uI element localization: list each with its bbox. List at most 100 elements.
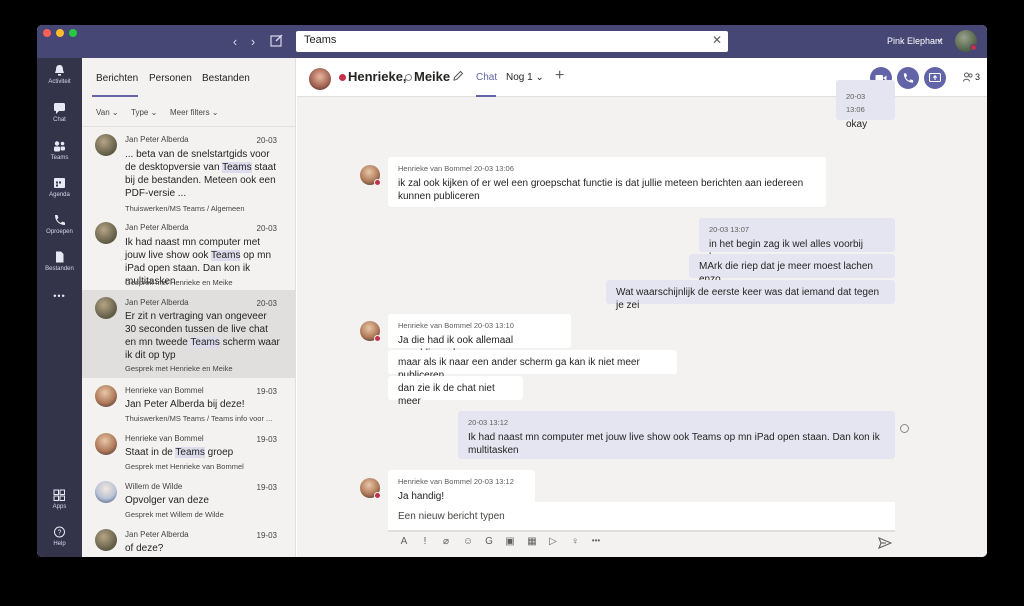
chat-message[interactable]: Henrieke van Bommel 20-03 13:12 Ja handi… — [388, 470, 535, 506]
format-icon[interactable]: A — [397, 536, 411, 550]
chat-message[interactable]: Henrieke van Bommel 20-03 13:06 ik zal o… — [388, 157, 826, 207]
maximize-window-button[interactable] — [69, 29, 77, 37]
rail-item-activiteit[interactable]: Activiteit — [37, 64, 82, 98]
message-meta: 20-03 13:07 — [709, 225, 750, 234]
list-item[interactable]: Jan Peter Alberda 20-03 Ik had naast mn … — [82, 216, 295, 290]
filter-van[interactable]: Van ⌄ — [96, 108, 119, 117]
participant-name[interactable]: Henrieke, — [348, 69, 407, 84]
phone-icon — [55, 215, 65, 225]
avatar — [95, 297, 117, 319]
more-icon[interactable]: ••• — [589, 536, 603, 550]
list-item[interactable]: Jan Peter Alberda 19-03 of deze? — [82, 522, 295, 557]
seen-icon — [900, 424, 909, 433]
chat-message[interactable]: 20-03 13:06 okay — [836, 80, 895, 130]
filter-type[interactable]: Type ⌄ — [131, 108, 157, 117]
rail-item-teams[interactable]: Teams — [37, 140, 82, 174]
message-sender: Jan Peter Alberda — [125, 530, 189, 539]
more-apps-icon[interactable]: ••• — [37, 291, 82, 325]
rail-label: Bestanden — [45, 266, 74, 272]
audio-call-button[interactable] — [897, 67, 919, 89]
tab-personen[interactable]: Personen — [149, 73, 192, 84]
forward-icon[interactable]: › — [245, 34, 261, 49]
people-icon[interactable] — [963, 72, 973, 82]
message-date: 19-03 — [256, 387, 277, 396]
rail-item-help[interactable]: ? Help — [37, 526, 82, 557]
clear-search-icon[interactable]: ✕ — [712, 33, 722, 47]
search-box[interactable]: Teams ✕ — [296, 31, 728, 52]
emoji-icon[interactable]: ☺ — [461, 536, 475, 550]
edit-icon[interactable] — [452, 70, 464, 82]
teams-window: ‹ › Teams ✕ Pink Elephant ⌄ Activiteit C… — [37, 25, 987, 557]
rail-label: Help — [53, 541, 66, 547]
message-meta: Henrieke van Bommel 20-03 13:06 — [398, 164, 514, 173]
list-item[interactable]: Jan Peter Alberda 20-03 Er zit n vertrag… — [82, 290, 295, 378]
rail-item-oproepen[interactable]: Oproepen — [37, 214, 82, 248]
message-composer[interactable]: Een nieuw bericht typen — [388, 502, 895, 532]
result-tabs: Berichten Personen Bestanden — [82, 58, 295, 97]
avatar — [95, 134, 117, 156]
status-busy-indicator — [339, 74, 346, 81]
tab-chat[interactable]: Chat — [476, 72, 497, 83]
message-sender: Jan Peter Alberda — [125, 135, 189, 144]
phone-icon — [903, 73, 914, 83]
rail-item-agenda[interactable]: Agenda — [37, 177, 82, 211]
chat-message[interactable]: dan zie ik de chat niet meer — [388, 376, 523, 407]
message-date: 19-03 — [256, 531, 277, 540]
message-context: Gesprek met Henrieke en Meike — [125, 278, 233, 287]
help-icon: ? — [54, 526, 65, 538]
participant-name[interactable]: Meike — [414, 69, 450, 84]
meeting-icon[interactable]: ▦ — [525, 536, 539, 550]
app-rail: Activiteit Chat Teams Agenda Oproepen Be… — [37, 58, 82, 557]
bell-icon — [55, 65, 64, 76]
list-item[interactable]: Jan Peter Alberda 20-03 ... beta van de … — [82, 128, 295, 216]
chat-message[interactable]: Henrieke van Bommel 20-03 13:10 Ja die h… — [388, 314, 571, 359]
add-tab-icon[interactable]: + — [555, 67, 564, 85]
message-context: Gesprek met Henrieke en Meike — [125, 364, 233, 373]
minimize-window-button[interactable] — [56, 29, 64, 37]
message-context: Thuiswerken/MS Teams / Algemeen — [125, 204, 245, 213]
tab-berichten[interactable]: Berichten — [96, 73, 138, 84]
composer-placeholder[interactable]: Een nieuw bericht typen — [398, 511, 505, 522]
stream-icon[interactable]: ▷ — [546, 536, 560, 550]
tab-bestanden[interactable]: Bestanden — [202, 73, 250, 84]
list-item[interactable]: Henrieke van Bommel 19-03 Jan Peter Albe… — [82, 378, 295, 426]
rail-item-apps[interactable]: Apps — [37, 489, 82, 523]
rail-item-bestanden[interactable]: Bestanden — [37, 251, 82, 285]
status-busy-indicator — [970, 44, 977, 51]
chat-message[interactable]: 20-03 13:12 Ik had naast mn computer met… — [458, 411, 895, 459]
gif-icon[interactable]: G — [482, 536, 496, 550]
list-item[interactable]: Henrieke van Bommel 19-03 Staat in de Te… — [82, 426, 295, 474]
title-bar: ‹ › Teams ✕ Pink Elephant ⌄ — [37, 25, 987, 58]
rail-item-chat[interactable]: Chat — [37, 102, 82, 136]
user-name[interactable]: Pink Elephant — [887, 36, 943, 46]
share-screen-button[interactable] — [924, 67, 946, 89]
compose-icon[interactable] — [270, 33, 284, 47]
message-snippet: Opvolger van deze — [125, 495, 209, 506]
chat-message[interactable]: Wat waarschijnlijk de eerste keer was da… — [606, 280, 895, 311]
chat-message[interactable]: 20-03 13:07 in het begin zag ik wel alle… — [699, 218, 895, 263]
message-date: 19-03 — [256, 435, 277, 444]
list-item[interactable]: Willem de Wilde 19-03 Opvolger van deze … — [82, 474, 295, 522]
filter-bar: Van ⌄ Type ⌄ Meer filters ⌄ — [82, 97, 295, 127]
filter-meer[interactable]: Meer filters ⌄ — [170, 108, 219, 117]
important-icon[interactable]: ! — [418, 536, 432, 550]
tab-more[interactable]: Nog 1 ⌄ — [506, 72, 544, 83]
file-icon — [56, 251, 64, 263]
message-date: 20-03 — [256, 136, 277, 145]
message-text: dan zie ik de chat niet meer — [398, 383, 495, 407]
status-busy-indicator — [374, 492, 381, 499]
chat-message[interactable]: maar als ik naar een ander scherm ga kan… — [388, 350, 677, 381]
send-icon[interactable] — [878, 536, 892, 550]
sticker-icon[interactable]: ▣ — [503, 536, 517, 550]
avatar — [95, 529, 117, 551]
close-window-button[interactable] — [43, 29, 51, 37]
back-icon[interactable]: ‹ — [227, 34, 243, 49]
message-date: 20-03 — [256, 299, 277, 308]
message-context: Gesprek met Henrieke van Bommel — [125, 462, 244, 471]
chevron-down-icon[interactable]: ⌄ — [936, 35, 943, 44]
attach-icon[interactable]: ⌀ — [439, 536, 453, 550]
calendar-icon — [54, 178, 65, 188]
search-input[interactable]: Teams — [304, 34, 336, 46]
praise-icon[interactable]: ♀ — [568, 536, 582, 550]
chat-message[interactable]: MArk die riep dat je meer moest lachen e… — [689, 254, 895, 285]
